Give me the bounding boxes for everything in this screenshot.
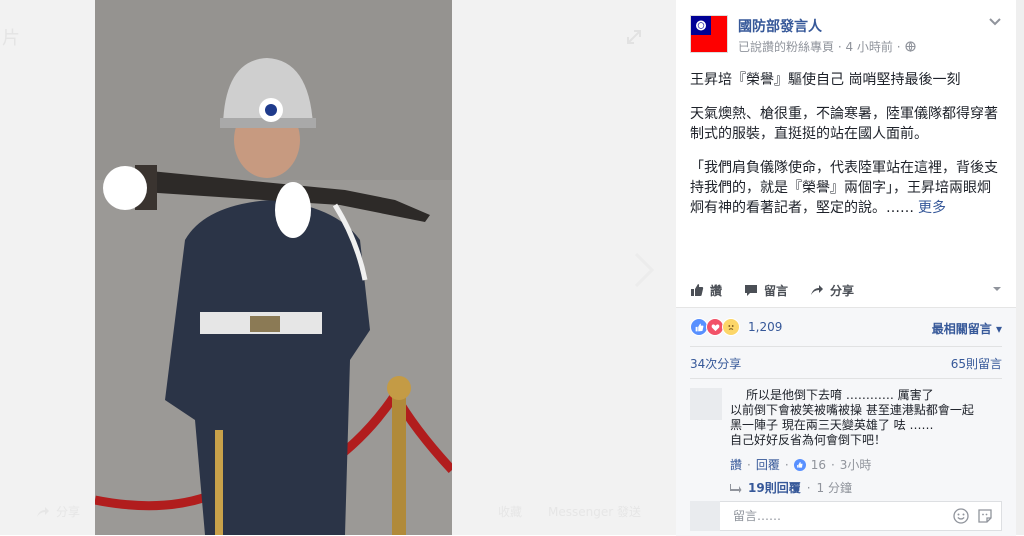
replies-timestamp: 1 分鐘 bbox=[816, 481, 852, 495]
post-paragraph-3-text: 「我們肩負儀隊使命，代表陸軍站在這裡，背後支持我們的，就是『榮譽』兩個字」，王昇… bbox=[690, 160, 998, 216]
viewer-label: 片 bbox=[2, 28, 20, 49]
viewer-bottom-bar: 分享 收藏 Messenger 發送 bbox=[0, 495, 676, 535]
comment-composer bbox=[690, 501, 1002, 531]
like-button[interactable]: 讚 bbox=[690, 282, 722, 299]
view-replies-button[interactable]: 19則回覆 · 1 分鐘 bbox=[730, 479, 852, 496]
commenter-avatar[interactable] bbox=[690, 388, 722, 420]
share-button[interactable]: 分享 bbox=[810, 282, 854, 299]
messenger-send-button[interactable]: Messenger 發送 bbox=[548, 503, 641, 520]
post-meta-text: 已說讚的粉絲專頁 · 4 小時前 · bbox=[738, 40, 901, 54]
comment-count-link[interactable]: 65則留言 bbox=[951, 355, 1002, 372]
comment-like-count: 16 bbox=[810, 457, 826, 472]
comment-sort-label: 最相關留言 bbox=[931, 322, 992, 336]
post-paragraph-3: 「我們肩負儀隊使命，代表陸軍站在這裡，背後支持我們的，就是『榮譽』兩個字」，王昇… bbox=[690, 158, 1002, 218]
post-paragraph-2: 天氣燠熱、槍很重，不論寒暑，陸軍儀隊都得穿著制式的服裝，直挺挺的站在國人面前。 bbox=[690, 106, 998, 142]
share-count-link[interactable]: 34次分享 bbox=[690, 355, 741, 372]
divider bbox=[690, 346, 1002, 347]
comment-bubble-icon bbox=[745, 285, 758, 296]
roc-flag-icon bbox=[691, 16, 727, 52]
comment-line: 黑一陣子 現在兩三天變英雄了 呿 …… bbox=[730, 418, 934, 432]
post-panel: 國防部發言人 已說讚的粉絲專頁 · 4 小時前 · 王昇培『榮譽』驅使自己 崗哨… bbox=[676, 0, 1016, 536]
share-label: 分享 bbox=[830, 283, 855, 298]
replies-count-link: 19則回覆 bbox=[748, 481, 801, 495]
next-photo-arrow-icon[interactable] bbox=[632, 250, 656, 290]
comment-timestamp[interactable]: 3小時 bbox=[840, 456, 872, 473]
comment-line: 自己好好反省為何會倒下吧！ bbox=[730, 433, 887, 447]
reaction-count: 1,209 bbox=[748, 320, 783, 334]
comment-label: 留言 bbox=[764, 283, 789, 298]
comment-like-link[interactable]: 讚 bbox=[730, 456, 742, 473]
page-name-link[interactable]: 國防部發言人 bbox=[738, 16, 822, 36]
see-more-link[interactable]: 更多 bbox=[918, 200, 946, 216]
emoji-icon[interactable] bbox=[953, 508, 969, 524]
post-paragraph-1: 王昇培『榮譽』驅使自己 崗哨堅持最後一刻 bbox=[690, 72, 961, 88]
comment-input[interactable] bbox=[731, 508, 935, 524]
globe-icon bbox=[904, 41, 916, 52]
like-label: 讚 bbox=[710, 283, 723, 298]
messenger-send-label: Messenger 發送 bbox=[548, 505, 641, 519]
post-text: 王昇培『榮譽』驅使自己 崗哨堅持最後一刻 天氣燠熱、槍很重，不論寒暑，陸軍儀隊都… bbox=[690, 70, 1002, 232]
sticker-icon[interactable] bbox=[977, 508, 993, 524]
chevron-down-icon[interactable] bbox=[988, 14, 1002, 28]
feedback-section: 1,209 最相關留言 ▾ 34次分享 65則留言 所以是他倒下去唷 ………… … bbox=[676, 307, 1016, 536]
like-reaction-icon bbox=[793, 458, 806, 471]
audience-dropdown-icon[interactable] bbox=[992, 284, 1002, 294]
share-arrow-icon bbox=[811, 285, 824, 295]
viewer-save-label: 收藏 bbox=[498, 505, 523, 519]
share-arrow-icon bbox=[37, 506, 49, 517]
reactions-summary[interactable]: 1,209 bbox=[690, 318, 782, 336]
post-photo[interactable] bbox=[95, 0, 452, 535]
viewer-save-button[interactable]: 收藏 bbox=[498, 503, 522, 520]
honor-guard-photo bbox=[95, 0, 452, 535]
page-avatar[interactable] bbox=[690, 15, 728, 53]
comment-reply-link[interactable]: 回覆 bbox=[756, 456, 780, 473]
reply-arrow-icon bbox=[730, 483, 742, 493]
post-meta: 已說讚的粉絲專頁 · 4 小時前 · bbox=[738, 38, 916, 55]
viewer-share-label: 分享 bbox=[56, 505, 81, 519]
post-actions: 讚 留言 分享 bbox=[690, 276, 1002, 304]
scrollbar[interactable] bbox=[1016, 0, 1024, 535]
comment-text: 所以是他倒下去唷 ………… 厲害了 以前倒下會被笑被嘴被操 甚至連港點都會一起 … bbox=[730, 388, 1000, 448]
comment-actions: 讚 · 回覆 · 16 · 3小時 bbox=[730, 456, 872, 473]
my-avatar bbox=[690, 501, 720, 531]
photo-viewer: 片 分享 收藏 Messenger 發送 bbox=[0, 0, 676, 535]
thumbs-up-icon bbox=[691, 284, 704, 296]
comment-sort-dropdown[interactable]: 最相關留言 ▾ bbox=[932, 320, 1002, 337]
sad-reaction-icon bbox=[722, 318, 740, 336]
divider bbox=[690, 378, 1002, 379]
comment-line: 以前倒下會被笑被嘴被操 甚至連港點都會一起 bbox=[730, 403, 974, 417]
caret-down-icon: ▾ bbox=[995, 322, 1002, 336]
viewer-share-button[interactable]: 分享 bbox=[36, 503, 80, 520]
comment-button[interactable]: 留言 bbox=[744, 282, 788, 299]
comment-line: 所以是他倒下去唷 ………… 厲害了 bbox=[746, 388, 934, 402]
expand-icon[interactable] bbox=[624, 27, 644, 47]
